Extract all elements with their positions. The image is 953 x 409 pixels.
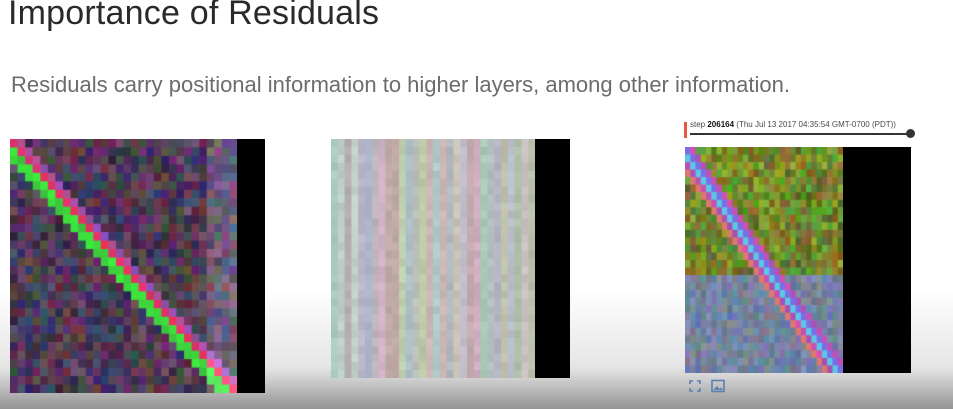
step-time: (Thu Jul 13 2017 04:35:54 GMT-0700 (PDT)…: [736, 120, 896, 129]
slide-subtitle: Residuals carry positional information t…: [11, 72, 790, 97]
step-marker: [684, 122, 687, 138]
attention-heatmap-2: [331, 139, 535, 378]
black-bar: [843, 147, 911, 373]
expand-icon[interactable]: [688, 379, 702, 393]
black-bar: [535, 139, 570, 378]
step-readout: step 206164 (Thu Jul 13 2017 04:35:54 GM…: [690, 120, 896, 129]
image-icon[interactable]: [711, 379, 725, 393]
step-slider-track[interactable]: [690, 133, 910, 135]
step-value: 206164: [707, 120, 735, 129]
heatmap-panel-1: [10, 139, 265, 393]
step-slider-handle[interactable]: [906, 129, 915, 138]
step-label: step: [690, 120, 706, 129]
attention-heatmap-3: [685, 147, 843, 373]
slide-title: Importance of Residuals: [8, 0, 380, 32]
black-bar: [237, 139, 265, 393]
attention-heatmap-1: [10, 139, 237, 393]
heatmap-panel-3: [685, 147, 911, 373]
heatmap-panel-2: [331, 139, 570, 378]
